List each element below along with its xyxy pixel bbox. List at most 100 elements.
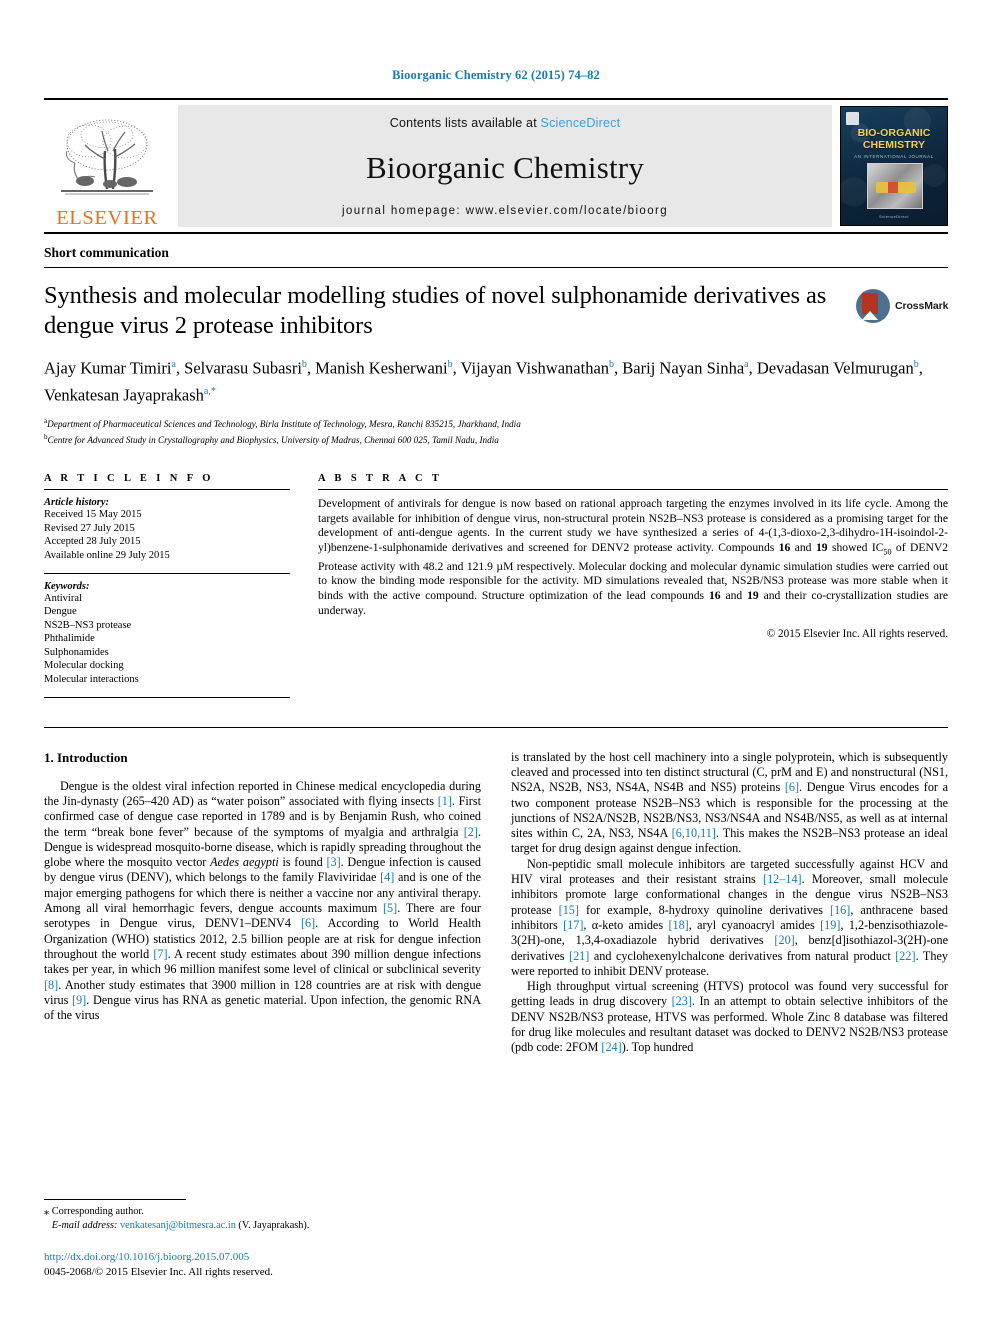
- reference-citation[interactable]: [7]: [153, 947, 167, 961]
- reference-citation[interactable]: [5]: [383, 901, 397, 915]
- article-history-item: Revised 27 July 2015: [44, 522, 135, 534]
- author-name: Barij Nayan Sinha: [622, 358, 745, 378]
- affiliation: bCentre for Advanced Study in Crystallog…: [44, 432, 499, 445]
- compound-number: 19: [815, 540, 828, 554]
- keyword-item: Dengue: [44, 606, 77, 618]
- page-footnote: ⁎ Corresponding author. E-mail address: …: [44, 1199, 464, 1279]
- journal-banner: Contents lists available at ScienceDirec…: [178, 105, 832, 227]
- article-history-label: Article history:: [44, 497, 110, 509]
- article-history-item: Accepted 28 July 2015: [44, 536, 141, 548]
- info-rule-mid: [44, 572, 290, 574]
- author-name: Venkatesan Jayaprakash: [44, 385, 204, 404]
- reference-citation[interactable]: [23]: [672, 994, 692, 1008]
- title-block: Synthesis and molecular modelling studie…: [44, 281, 856, 341]
- keyword-item: Molecular interactions: [44, 674, 139, 686]
- reference-citation[interactable]: [16]: [830, 903, 850, 917]
- body-left-paragraphs: Dengue is the oldest viral infection rep…: [44, 779, 481, 1024]
- author-name: Manish Kesherwani: [315, 358, 448, 378]
- reference-citation[interactable]: [12–14]: [763, 872, 802, 886]
- compound-number: 16: [778, 540, 791, 554]
- email-suffix: (V. Jayaprakash).: [235, 1220, 310, 1231]
- author-affiliation-marker: a: [171, 359, 176, 370]
- email-link[interactable]: venkatesanj@bitmesra.ac.in: [120, 1220, 236, 1231]
- author-affiliation-marker: b: [301, 359, 307, 370]
- title-row: Synthesis and molecular modelling studie…: [44, 281, 948, 341]
- reference-citation[interactable]: [19]: [820, 918, 840, 932]
- cover-subtitle: AN INTERNATIONAL JOURNAL: [854, 154, 934, 159]
- author-affiliation-marker: a: [744, 359, 749, 370]
- author-affiliation-marker: b: [913, 359, 919, 370]
- body-column-right: is translated by the host cell machinery…: [511, 750, 948, 1056]
- body-separator-rule: [44, 726, 948, 728]
- article-info-heading: A R T I C L E I N F O: [44, 473, 214, 485]
- elsevier-tree-icon: [61, 119, 153, 194]
- reference-citation[interactable]: [22]: [895, 949, 915, 963]
- elsevier-logo: ELSEVIER: [44, 100, 170, 232]
- body-paragraph: is translated by the host cell machinery…: [511, 749, 949, 856]
- footnote-rule: [44, 1199, 186, 1200]
- keyword-item: Sulphonamides: [44, 646, 109, 658]
- reference-citation[interactable]: [6,10,11]: [672, 826, 716, 840]
- reference-citation[interactable]: [6]: [301, 916, 315, 930]
- keyword-item: NS2B–NS3 protease: [44, 619, 132, 631]
- compound-number: 19: [747, 589, 759, 602]
- reference-citation[interactable]: [8]: [44, 978, 58, 992]
- abstract-heading: A B S T R A C T: [318, 473, 443, 485]
- body-right-paragraphs: is translated by the host cell machinery…: [511, 750, 948, 1056]
- article-type: Short communication: [44, 245, 948, 268]
- keywords-label: Keywords:: [44, 580, 90, 592]
- crossmark-badge[interactable]: CrossMark: [856, 281, 948, 327]
- reference-citation[interactable]: [1]: [438, 794, 452, 808]
- body-paragraph: Dengue is the oldest viral infection rep…: [44, 778, 482, 1023]
- journal-masthead: ELSEVIER Contents lists available at Sci…: [44, 98, 948, 234]
- keyword-item: Phthalimide: [44, 633, 95, 645]
- journal-homepage-link[interactable]: journal homepage: www.elsevier.com/locat…: [342, 205, 668, 217]
- doi-link[interactable]: http://dx.doi.org/10.1016/j.bioorg.2015.…: [44, 1250, 464, 1265]
- journal-title: Bioorganic Chemistry: [365, 149, 645, 185]
- cover-footer: ScienceDirect: [879, 214, 909, 219]
- article-history-item: Available online 29 July 2015: [44, 549, 170, 561]
- author-name: Selvarasu Subasri: [184, 358, 302, 378]
- reference-citation[interactable]: [24]: [601, 1040, 621, 1054]
- affiliation: aDepartment of Pharmaceutical Sciences a…: [44, 417, 521, 430]
- reference-citation[interactable]: [17]: [563, 918, 583, 932]
- cover-elsevier-mark-icon: [846, 112, 859, 125]
- keyword-lines: Antiviral Dengue NS2B–NS3 protease Phthalim…: [44, 592, 290, 687]
- page-title: Synthesis and molecular modelling studie…: [44, 282, 827, 339]
- affiliation-list: aDepartment of Pharmaceutical Sciences a…: [44, 415, 948, 446]
- cover-title-line1: BIO-ORGANIC: [857, 127, 931, 139]
- article-page: Bioorganic Chemistry 62 (2015) 74–82 ELS…: [0, 0, 992, 1323]
- sciencedirect-link[interactable]: ScienceDirect: [541, 116, 621, 130]
- reference-citation[interactable]: [4]: [380, 870, 394, 884]
- corresponding-author-note: ⁎ Corresponding author.: [44, 1206, 144, 1217]
- body-column-left: 1. Introduction Dengue is the oldest vir…: [44, 750, 481, 1056]
- reference-citation[interactable]: [3]: [326, 855, 340, 869]
- article-history-lines: Received 15 May 2015 Revised 27 July 2015…: [44, 508, 290, 562]
- reference-citation[interactable]: [2]: [464, 825, 478, 839]
- crossmark-label: CrossMark: [895, 300, 949, 312]
- abstract-rule-top: [318, 489, 948, 491]
- journal-cover-thumbnail: BIO-ORGANIC CHEMISTRY AN INTERNATIONAL J…: [840, 106, 948, 226]
- reference-citation[interactable]: [9]: [72, 993, 86, 1007]
- cover-graphic: [867, 163, 923, 209]
- keyword-item: Antiviral: [44, 592, 82, 604]
- reference-citation[interactable]: [6]: [785, 780, 799, 794]
- reference-citation[interactable]: [21]: [569, 949, 589, 963]
- author-name: Ajay Kumar Timiri: [44, 358, 172, 378]
- contents-prefix: Contents lists available at: [389, 116, 541, 130]
- email-label: E-mail address:: [51, 1220, 118, 1231]
- info-abstract-section: A R T I C L E I N F O Article history: R…: [44, 473, 948, 705]
- reference-citation[interactable]: [15]: [559, 903, 579, 917]
- abstract-body: Development of antivirals for dengue is …: [318, 497, 949, 617]
- issn-copyright: 0045-2068/© 2015 Elsevier Inc. All right…: [44, 1265, 273, 1278]
- info-rule-top: [44, 489, 290, 491]
- email-note: E-mail address: venkatesanj@bitmesra.ac.…: [44, 1219, 464, 1233]
- author-list: Ajay Kumar Timiria, Selvarasu Subasrib, …: [44, 358, 923, 405]
- reference-citation[interactable]: [18]: [668, 918, 688, 932]
- compound-number: 16: [708, 589, 721, 602]
- ic50-subscript: 50: [883, 547, 892, 557]
- reference-citation[interactable]: [20]: [774, 933, 794, 947]
- body-paragraph: High throughput virtual screening (HTVS)…: [511, 979, 948, 1055]
- author-name: Devadasan Velmurugan: [756, 358, 914, 378]
- info-rule-bottom: [44, 696, 290, 698]
